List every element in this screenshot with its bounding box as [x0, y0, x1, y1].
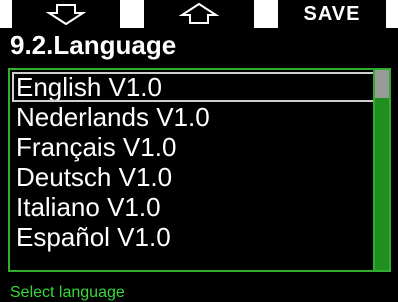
language-items: English V1.0 Nederlands V1.0 Français V1… [12, 72, 376, 252]
scrollbar[interactable] [375, 70, 389, 270]
down-button[interactable] [12, 0, 120, 28]
status-hint: Select language [10, 284, 125, 301]
language-item-espanol[interactable]: Español V1.0 [12, 222, 376, 252]
language-list: English V1.0 Nederlands V1.0 Français V1… [8, 68, 391, 272]
page-title: 9.2.Language [10, 30, 177, 60]
language-item-english[interactable]: English V1.0 [12, 72, 376, 102]
language-item-italiano[interactable]: Italiano V1.0 [12, 192, 376, 222]
language-item-francais[interactable]: Français V1.0 [12, 132, 376, 162]
up-button[interactable] [144, 0, 254, 28]
scrollbar-thumb[interactable] [375, 70, 389, 98]
save-button-label: SAVE [303, 2, 361, 25]
language-item-deutsch[interactable]: Deutsch V1.0 [12, 162, 376, 192]
save-button[interactable]: SAVE [278, 0, 386, 28]
softkey-bar: SAVE [0, 0, 398, 28]
language-item-nederlands[interactable]: Nederlands V1.0 [12, 102, 376, 132]
arrow-down-outline-icon [45, 4, 87, 26]
arrow-up-outline-icon [178, 2, 220, 24]
